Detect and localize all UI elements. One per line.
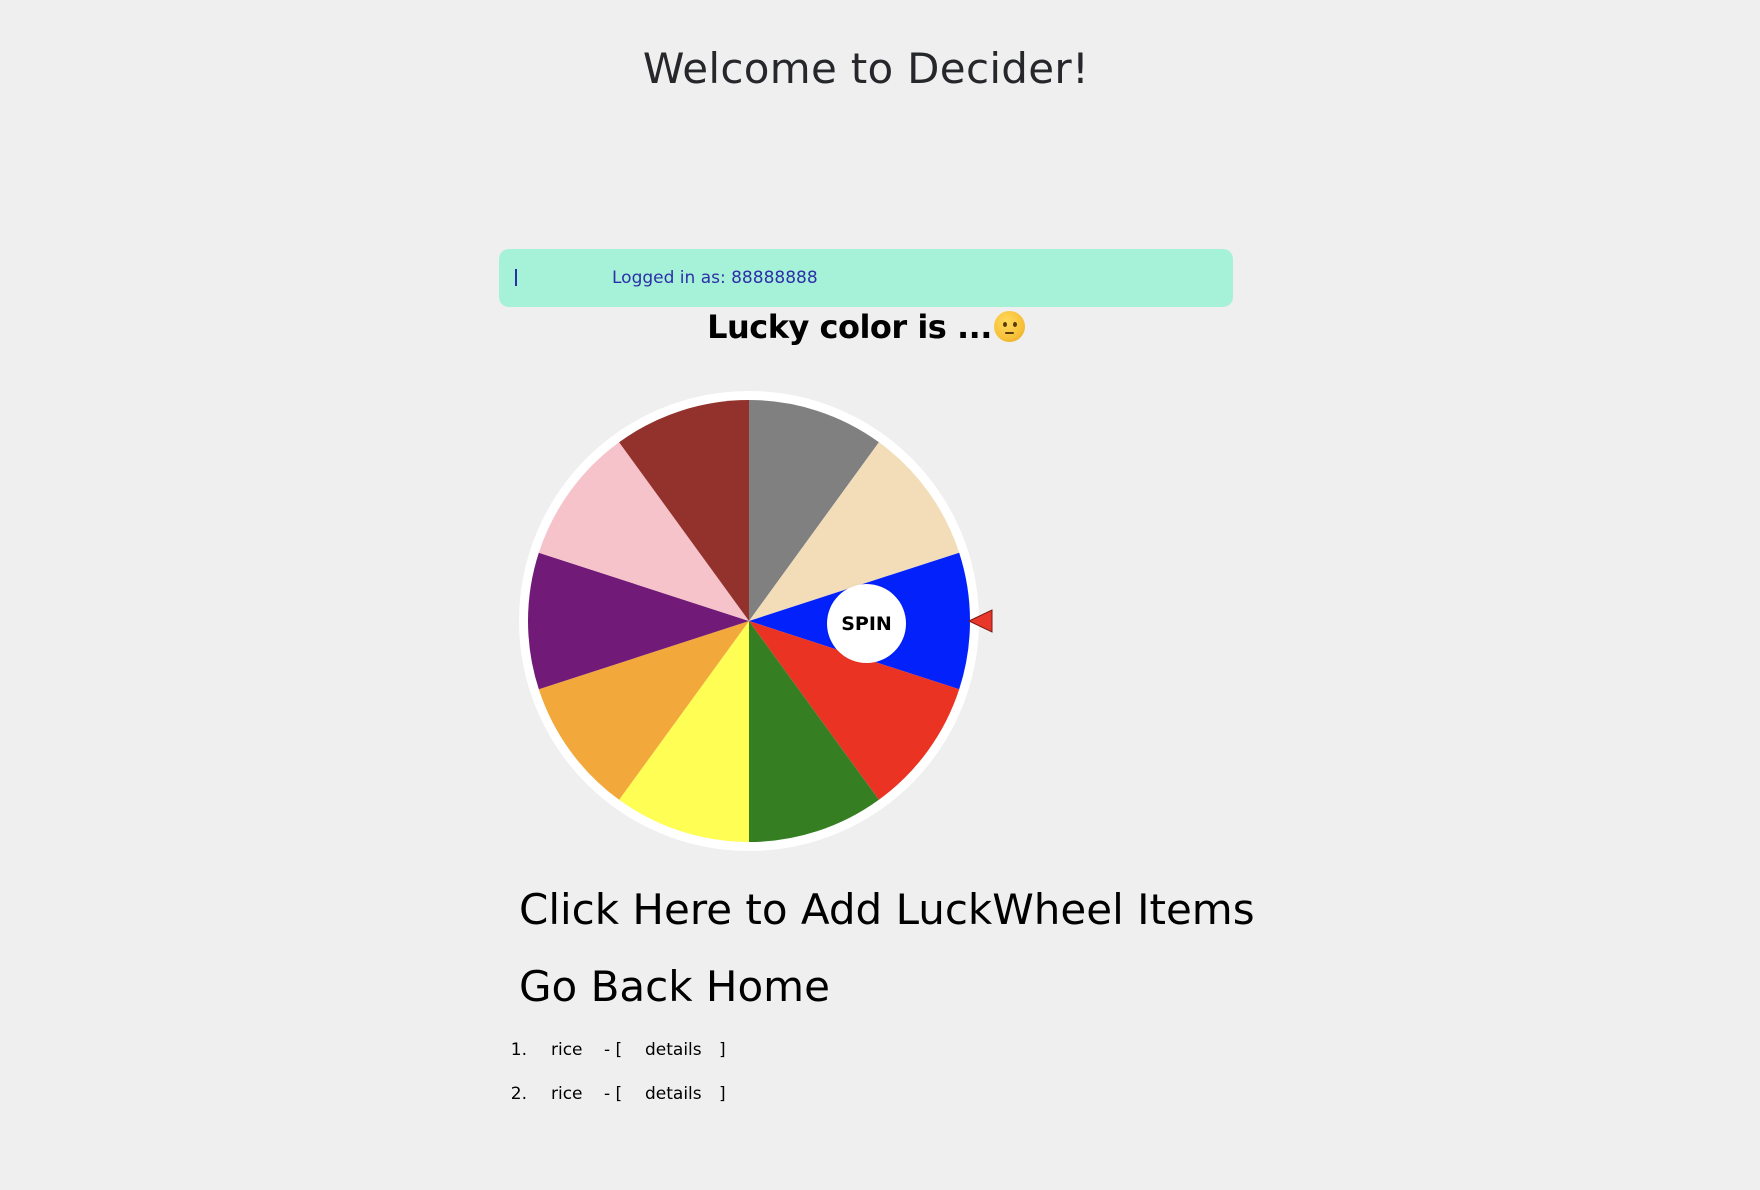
lucky-color-heading: Lucky color is ... <box>0 308 1732 346</box>
item-number: 1. <box>510 1040 527 1060</box>
go-back-home-link[interactable]: Go Back Home <box>519 962 830 1011</box>
login-status-bar: Logged in as: 88888888 <box>499 249 1233 307</box>
item-separator: - [ <box>604 1084 623 1104</box>
list-item: 1. rice - [ details ] <box>507 1040 807 1084</box>
lucky-wheel: SPIN <box>518 387 998 857</box>
page-title: Welcome to Decider! <box>642 44 1090 93</box>
text-cursor <box>515 269 517 286</box>
item-name: rice <box>551 1040 583 1060</box>
spin-button[interactable]: SPIN <box>827 584 906 663</box>
logged-in-text: Logged in as: 88888888 <box>612 268 818 288</box>
add-luckwheel-items-link[interactable]: Click Here to Add LuckWheel Items <box>519 885 1255 934</box>
item-bracket-close: ] <box>719 1084 726 1104</box>
item-name: rice <box>551 1084 583 1104</box>
item-bracket-close: ] <box>719 1040 726 1060</box>
wheel-graphic <box>519 391 993 851</box>
lucky-color-heading-text: Lucky color is ... <box>707 308 992 346</box>
item-separator: - [ <box>604 1040 623 1060</box>
thinking-face-icon <box>993 311 1025 342</box>
item-details-link[interactable]: details <box>645 1084 702 1104</box>
list-item: 2. rice - [ details ] <box>507 1084 807 1128</box>
item-details-link[interactable]: details <box>645 1040 702 1060</box>
wheel-items-list: 1. rice - [ details ] 2. rice - [ detail… <box>507 1040 807 1128</box>
item-number: 2. <box>510 1084 527 1104</box>
